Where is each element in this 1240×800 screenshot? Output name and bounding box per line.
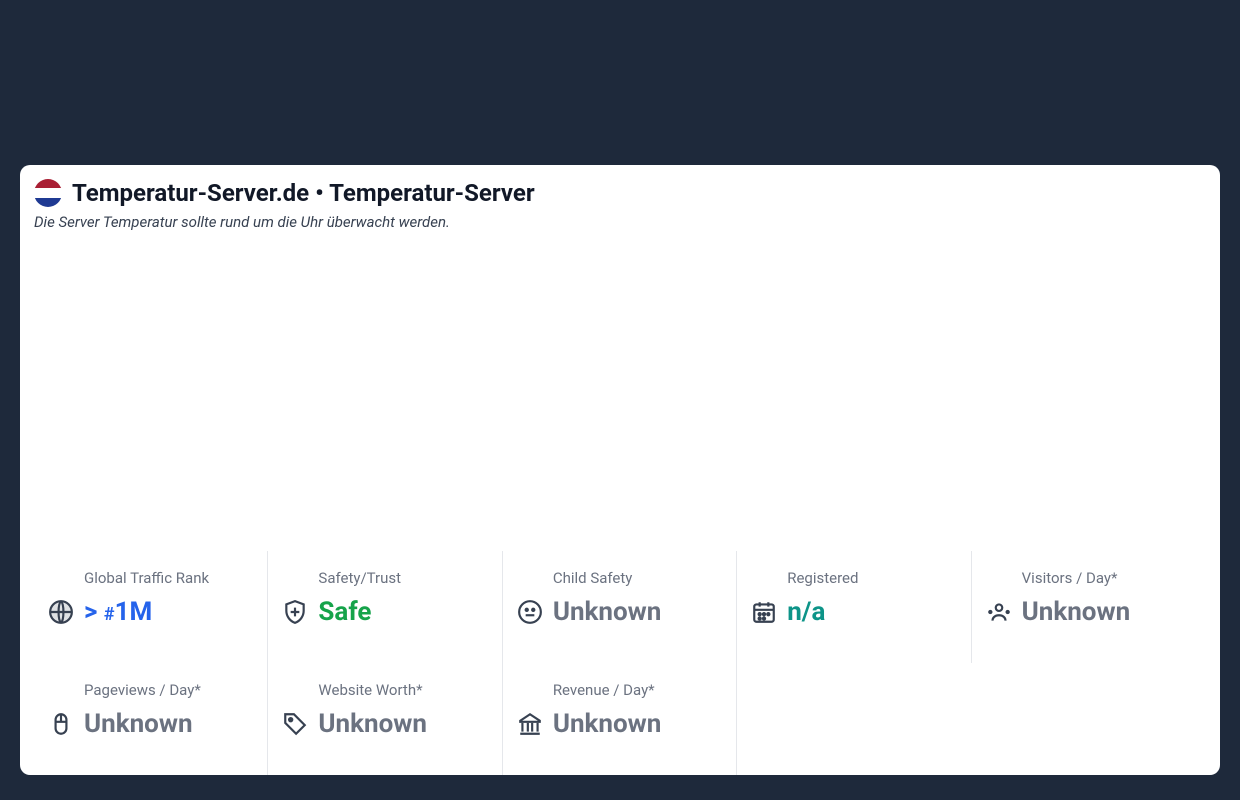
page-title: Temperatur-Server.de • Temperatur-Server xyxy=(72,179,535,207)
stat-value: n/a xyxy=(787,597,825,627)
stat-value: Safe xyxy=(318,597,371,627)
stat-label: Visitors / Day* xyxy=(1022,569,1192,587)
stat-value: Unknown xyxy=(84,709,193,739)
card-header: Temperatur-Server.de • Temperatur-Server xyxy=(34,179,1206,207)
stat-label: Pageviews / Day* xyxy=(84,681,253,699)
stat-label: Revenue / Day* xyxy=(553,681,722,699)
stat-registered: Registered n/a xyxy=(737,551,971,663)
globe-icon xyxy=(48,599,74,625)
stats-grid: Global Traffic Rank > #1M xyxy=(34,551,1206,775)
stat-visitors: Visitors / Day* Unknown xyxy=(972,551,1206,663)
stat-global-rank: Global Traffic Rank > #1M xyxy=(34,551,268,663)
stat-safety: Safety/Trust Safe xyxy=(268,551,502,663)
mouse-icon xyxy=(48,711,74,737)
title-name: Temperatur-Server xyxy=(329,179,535,207)
stat-value: Unknown xyxy=(318,709,427,739)
stat-child-safety: Child Safety Unknown xyxy=(503,551,737,663)
stat-value: Unknown xyxy=(1022,597,1131,627)
info-card: Temperatur-Server.de • Temperatur-Server… xyxy=(20,165,1220,775)
users-icon xyxy=(986,599,1012,625)
stat-label: Registered xyxy=(787,569,956,587)
title-separator: • xyxy=(315,179,324,207)
bank-icon xyxy=(517,711,543,737)
ad-spacer xyxy=(34,231,1206,551)
stat-value: Unknown xyxy=(553,597,662,627)
flag-icon xyxy=(34,179,62,207)
shield-icon xyxy=(282,599,308,625)
stat-label: Website Worth* xyxy=(318,681,487,699)
stat-label: Global Traffic Rank xyxy=(84,569,253,587)
stat-label: Child Safety xyxy=(553,569,722,587)
stat-pageviews: Pageviews / Day* Unknown xyxy=(34,663,268,775)
stat-value: > #1M xyxy=(84,597,152,627)
stat-worth: Website Worth* Unknown xyxy=(268,663,502,775)
stat-label: Safety/Trust xyxy=(318,569,487,587)
title-domain: Temperatur-Server.de xyxy=(72,179,309,207)
stat-value: Unknown xyxy=(553,709,662,739)
stat-revenue: Revenue / Day* Unknown xyxy=(503,663,737,775)
face-icon xyxy=(517,599,543,625)
page-subtitle: Die Server Temperatur sollte rund um die… xyxy=(34,213,1206,231)
tag-icon xyxy=(282,711,308,737)
calendar-icon xyxy=(751,599,777,625)
